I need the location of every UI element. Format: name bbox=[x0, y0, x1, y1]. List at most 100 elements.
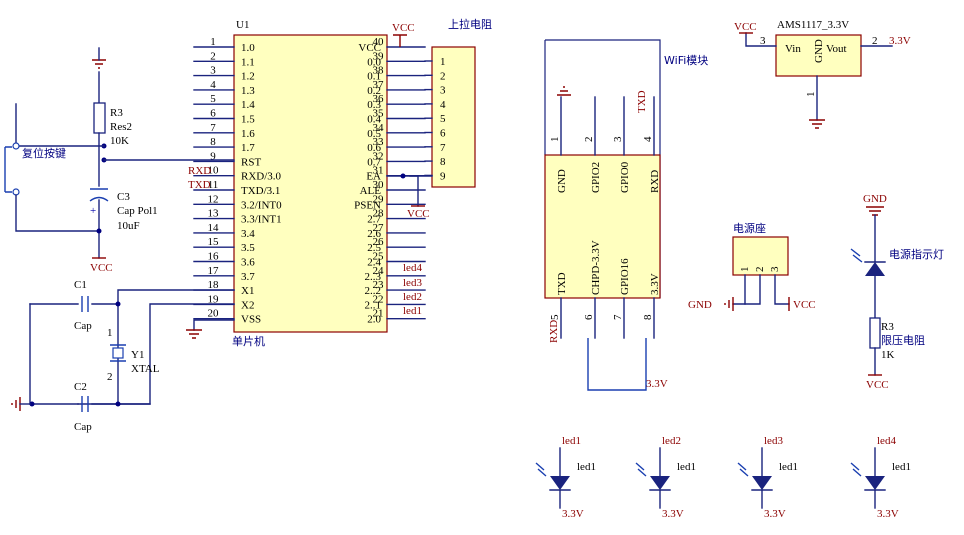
pullup-pin-num: 6 bbox=[440, 128, 446, 140]
r3-value: Res2 bbox=[110, 121, 132, 133]
wifi-pin-num-top: 4 bbox=[642, 136, 654, 142]
pullup-pin-num: 9 bbox=[440, 170, 446, 182]
regulator-pin-out: 2 bbox=[872, 35, 878, 47]
led-net-label: led2 bbox=[662, 435, 681, 447]
reset-button-label: 复位按键 bbox=[22, 146, 66, 160]
mcu-pin-num-left: 16 bbox=[208, 251, 220, 263]
mcu-pin-name-left: X1 bbox=[241, 285, 254, 297]
mcu-pin-num-left: 2 bbox=[210, 50, 216, 62]
schematic-canvas: U1 单片机 1 1.0 2 1.1 3 1.2 4 1.3 5 1.4 6 1.5 7 1.6 8 1.7 9… bbox=[0, 0, 964, 535]
wifi-pin-name-top: GND bbox=[556, 169, 568, 193]
vcc-label-reset: VCC bbox=[90, 262, 113, 274]
led-supply: 3.3V bbox=[877, 508, 899, 520]
wifi-pin-name-bottom: 3.3V bbox=[649, 273, 661, 295]
regulator-vout: Vout bbox=[826, 43, 847, 55]
wifi-pin-name-bottom: GPIO16 bbox=[619, 258, 631, 295]
wifi-pin-num-top: 2 bbox=[583, 137, 595, 143]
c1-ref: C1 bbox=[74, 279, 87, 291]
mcu-pin-name-left: 1.4 bbox=[241, 99, 255, 111]
net-label-led2: led2 bbox=[403, 291, 422, 303]
r3-ohm: 10K bbox=[110, 135, 129, 147]
net-label-txd: TXD bbox=[188, 179, 211, 191]
mcu-pin-name-left: X2 bbox=[241, 299, 254, 311]
power-socket-pin3: 3 bbox=[769, 266, 781, 272]
led-net-label: led1 bbox=[562, 435, 581, 447]
y1-crystal bbox=[112, 347, 124, 359]
pullup-body bbox=[431, 46, 476, 188]
led-supply: 3.3V bbox=[662, 508, 684, 520]
power-led-name: 电源指示灯 bbox=[889, 247, 944, 261]
y1-ref: Y1 bbox=[131, 349, 144, 361]
regulator-pin-in: 3 bbox=[760, 35, 766, 47]
y1-value: XTAL bbox=[131, 363, 160, 375]
mcu-pin-num-left: 3 bbox=[210, 65, 216, 77]
led-name: led1 bbox=[892, 461, 911, 473]
mcu-pin-name-left: 3.3/INT1 bbox=[241, 214, 282, 226]
wifi-net-txd: TXD bbox=[636, 90, 648, 113]
regulator-gnd: GND bbox=[813, 39, 825, 63]
mcu-pin-num-left: 12 bbox=[208, 193, 219, 205]
led-name: led1 bbox=[577, 461, 596, 473]
mcu-pin-name-left: TXD/3.1 bbox=[241, 185, 280, 197]
regulator-name: AMS1117_3.3V bbox=[777, 19, 849, 31]
wifi-pin-name-bottom: CHPD-3.3V bbox=[590, 240, 602, 295]
pullup-pin-num: 2 bbox=[440, 70, 446, 82]
mcu-pin-name-left: RXD/3.0 bbox=[241, 171, 282, 183]
mcu-pin-num-left: 7 bbox=[210, 122, 216, 134]
wifi-supply-label: 3.3V bbox=[646, 378, 668, 390]
vcc-label-pin40: VCC bbox=[392, 22, 415, 34]
wifi-pin-num-bottom: 7 bbox=[612, 314, 624, 320]
junction-ea bbox=[400, 173, 406, 179]
led-net-label: led3 bbox=[764, 435, 783, 447]
power-led-gnd: GND bbox=[863, 193, 887, 205]
power-led-r-value: 1K bbox=[881, 349, 895, 361]
mcu-pin-name-left: 3.2/INT0 bbox=[241, 199, 282, 211]
vcc-label-reg: VCC bbox=[734, 21, 757, 33]
led-name: led1 bbox=[779, 461, 798, 473]
mcu-pin-num-left: 4 bbox=[210, 79, 216, 91]
junction-c1 bbox=[115, 301, 121, 307]
reset-button-contact-2 bbox=[12, 188, 20, 196]
reset-button-contact-1 bbox=[12, 142, 20, 150]
c3-plus: + bbox=[90, 205, 96, 217]
pullup-pin-num: 1 bbox=[440, 56, 446, 68]
y1-pin2: 2 bbox=[107, 371, 113, 383]
mcu-pin-num-left: 1 bbox=[210, 36, 216, 48]
c2-ref: C2 bbox=[74, 381, 87, 393]
mcu-pin-name-left: 3.7 bbox=[241, 271, 255, 283]
power-socket-pin1: 1 bbox=[739, 267, 751, 273]
r3-resistor bbox=[93, 102, 106, 134]
wifi-pin-num-bottom: 6 bbox=[583, 314, 595, 320]
r3-ref: R3 bbox=[110, 107, 123, 119]
c1-value: Cap bbox=[74, 320, 92, 332]
pullup-pin-num: 8 bbox=[440, 156, 446, 168]
regulator-out-label: 3.3V bbox=[889, 35, 911, 47]
mcu-pin-num-left: 13 bbox=[208, 208, 220, 220]
c3-value: Cap Pol1 bbox=[117, 205, 158, 217]
wifi-pin-num-bottom: 8 bbox=[642, 314, 654, 320]
net-label-led3: led3 bbox=[403, 277, 422, 289]
wifi-pin-name-top: GPIO2 bbox=[590, 162, 602, 193]
mcu-pin-num-left: 8 bbox=[210, 136, 216, 148]
mcu-pin-num-left: 17 bbox=[208, 265, 220, 277]
sheet-background bbox=[0, 0, 964, 535]
power-led-vcc: VCC bbox=[866, 379, 889, 391]
regulator-vin: Vin bbox=[785, 43, 801, 55]
mcu-pin-name-left: 1.6 bbox=[241, 128, 255, 140]
power-socket-title: 电源座 bbox=[733, 221, 766, 235]
wifi-pin-name-top: GPIO0 bbox=[619, 161, 631, 193]
pullup-pin-num: 3 bbox=[440, 85, 446, 97]
wifi-pin-num-bottom: 5 bbox=[549, 314, 561, 320]
y1-pin1: 1 bbox=[107, 327, 113, 339]
mcu-pin-name-left: 3.4 bbox=[241, 228, 255, 240]
led-supply: 3.3V bbox=[764, 508, 786, 520]
c3-farad: 10uF bbox=[117, 220, 140, 232]
led-supply: 3.3V bbox=[562, 508, 584, 520]
mcu-pin-name-left: 1.2 bbox=[241, 71, 255, 83]
junction-c2 bbox=[115, 401, 121, 407]
wifi-pin-name-top: RXD bbox=[649, 170, 661, 193]
pullup-pin-num: 4 bbox=[440, 99, 446, 111]
mcu-pin-name-right: 2.0 bbox=[367, 314, 381, 326]
mcu-ref: U1 bbox=[236, 19, 249, 31]
led-name: led1 bbox=[677, 461, 696, 473]
